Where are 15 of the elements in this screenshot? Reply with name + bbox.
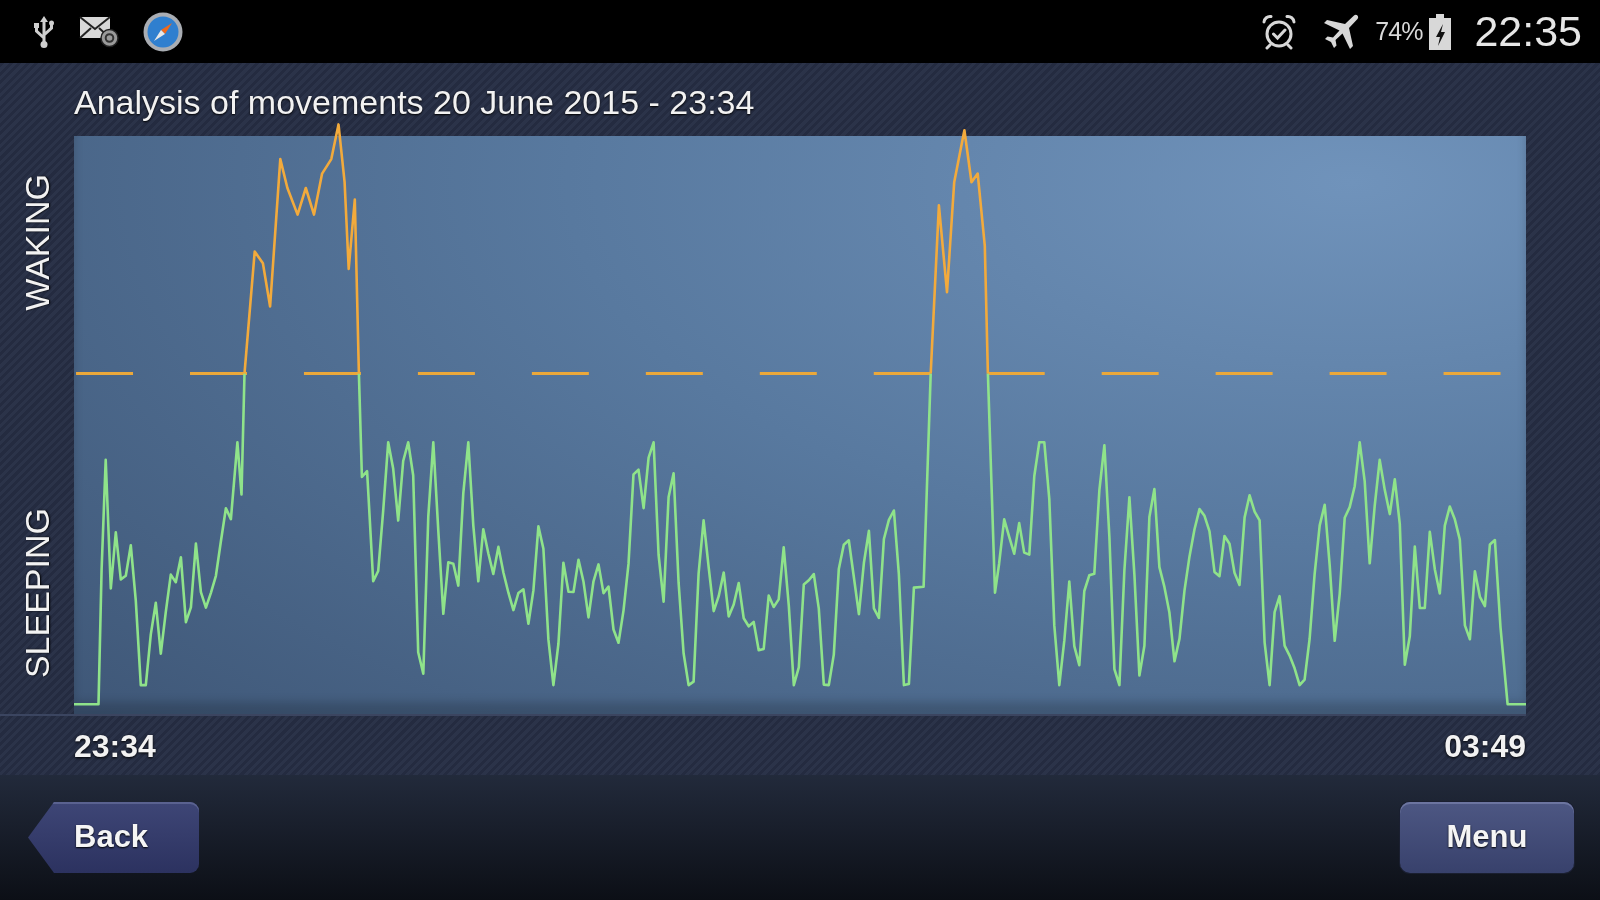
sleeping-axis-label: SLEEPING <box>20 507 54 678</box>
airplane-icon <box>1323 13 1360 50</box>
battery-charging-icon <box>1428 13 1453 50</box>
chart-title: Analysis of movements 20 June 2015 - 23:34 <box>74 81 755 122</box>
battery-percent-text: 74% <box>1375 15 1423 47</box>
menu-button[interactable]: Menu <box>1400 802 1574 873</box>
start-time-label: 23:34 <box>74 729 156 762</box>
usb-icon <box>33 15 55 48</box>
waking-axis-label: WAKING <box>20 174 54 311</box>
end-time-label: 03:49 <box>1444 729 1526 762</box>
clock-time: 22:35 <box>1474 10 1582 53</box>
envelope-icon <box>79 15 119 48</box>
compass-icon <box>143 11 183 52</box>
alarm-clock-icon <box>1261 13 1298 50</box>
back-arrow-button[interactable]: Back <box>28 802 199 873</box>
